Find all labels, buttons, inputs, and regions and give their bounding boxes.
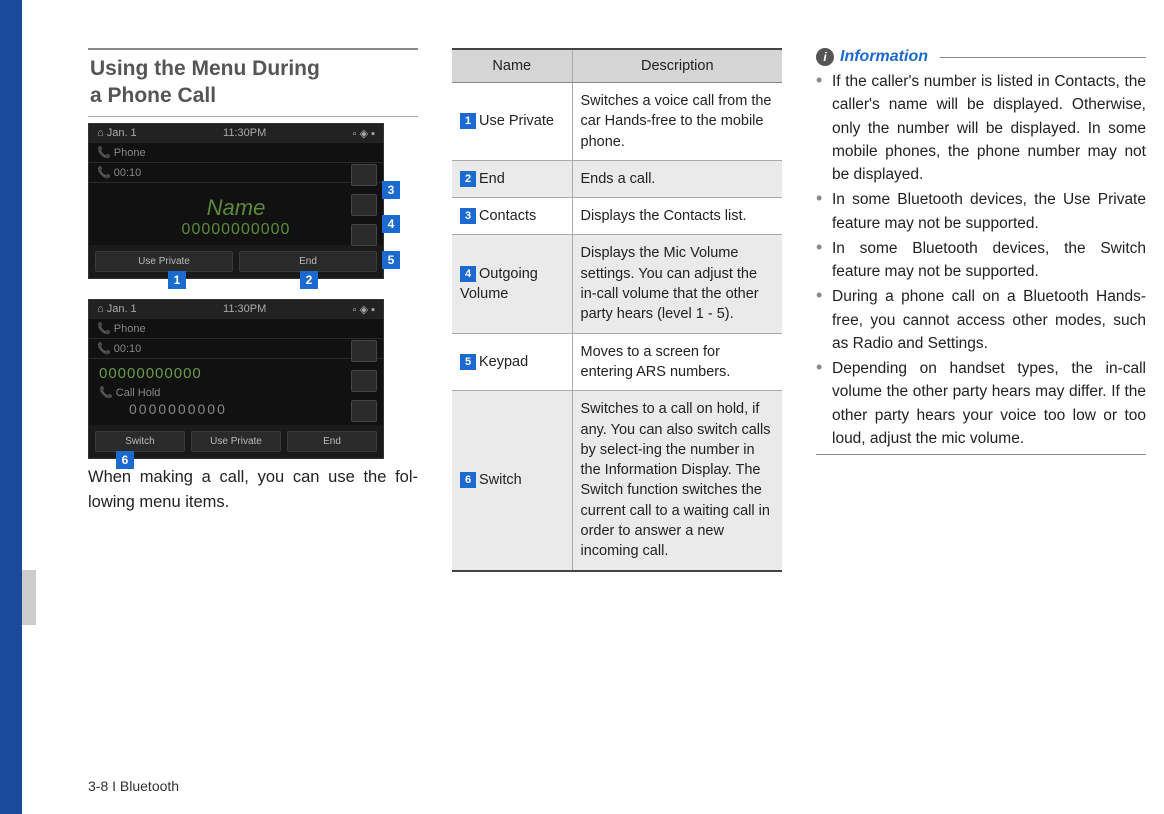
info-item: During a phone call on a Bluetooth Hands… — [816, 285, 1146, 355]
in-call-screenshot-2: ⌂ Jan. 1 11:30PM ▫ ◈ ▪ 📞 Phone 📞 00:10 0… — [88, 299, 384, 459]
callout-3: 3 — [382, 181, 400, 199]
section-title-line2: a Phone Call — [90, 84, 216, 107]
use-private-button: Use Private — [95, 251, 233, 272]
volume-icon — [351, 370, 377, 392]
callout-5: 5 — [382, 251, 400, 269]
status-time: 11:30PM — [223, 127, 266, 140]
caller-name: Name — [89, 195, 383, 221]
call-hold-label: 📞 Call Hold — [89, 384, 383, 401]
info-icon: i — [816, 48, 834, 66]
row-name: Use Private — [479, 113, 554, 129]
side-gray-tab — [22, 570, 36, 625]
th-desc: Description — [572, 49, 782, 83]
row-name: End — [479, 171, 505, 187]
end-button: End — [239, 251, 377, 272]
caller-number: 00000000000 — [89, 221, 383, 239]
status-signal-icon: ▫ ◈ ▪ — [353, 303, 375, 316]
intro-paragraph: When making a call, you can use the fol-… — [88, 465, 418, 516]
row-num: 2 — [460, 171, 476, 187]
callout-4: 4 — [382, 215, 400, 233]
in-call-screenshot-1: ⌂ Jan. 1 11:30PM ▫ ◈ ▪ 📞 Phone 📞 00:10 N… — [88, 123, 384, 279]
status-home-icon: ⌂ Jan. 1 — [97, 303, 137, 316]
section-title-line1: Using the Menu During — [90, 57, 320, 80]
status-time: 11:30PM — [223, 303, 266, 316]
row-desc: Moves to a screen for entering ARS numbe… — [572, 333, 782, 391]
row-num: 6 — [460, 472, 476, 488]
info-item: In some Bluetooth devices, the Switch fe… — [816, 237, 1146, 284]
phone-row: 📞 Phone — [89, 143, 383, 163]
row-desc: Displays the Mic Volume settings. You ca… — [572, 235, 782, 333]
use-private-button: Use Private — [191, 431, 281, 452]
row-name: Contacts — [479, 208, 536, 224]
column-3: i Information If the caller's number is … — [816, 48, 1146, 572]
contacts-icon — [351, 164, 377, 186]
row-desc: Ends a call. — [572, 160, 782, 197]
page-content: Using the Menu During a Phone Call ⌂ Jan… — [88, 48, 1148, 572]
phone-row: 📞 Phone — [89, 319, 383, 339]
timer-row: 📞 00:10 — [89, 339, 383, 359]
callout-1: 1 — [168, 271, 186, 289]
info-item: Depending on handset types, the in-call … — [816, 357, 1146, 450]
row-name: Switch — [479, 472, 522, 488]
row-num: 4 — [460, 266, 476, 282]
information-heading: i Information — [816, 48, 1146, 66]
row-desc: Switches to a call on hold, if any. You … — [572, 391, 782, 571]
status-signal-icon: ▫ ◈ ▪ — [353, 127, 375, 140]
keypad-icon — [351, 224, 377, 246]
row-num: 3 — [460, 208, 476, 224]
keypad-icon — [351, 400, 377, 422]
row-num: 5 — [460, 354, 476, 370]
contacts-icon — [351, 340, 377, 362]
side-blue-bar — [0, 0, 22, 814]
callout-2: 2 — [300, 271, 318, 289]
switch-button: Switch — [95, 431, 185, 452]
hold-call-number: 0000000000 — [89, 401, 383, 425]
th-name: Name — [452, 49, 572, 83]
status-home-icon: ⌂ Jan. 1 — [97, 127, 137, 140]
row-name: Keypad — [479, 354, 528, 370]
info-end-rule — [816, 454, 1146, 455]
callout-6: 6 — [116, 451, 134, 469]
info-item: If the caller's number is listed in Cont… — [816, 70, 1146, 186]
row-desc: Switches a voice call from the car Hands… — [572, 83, 782, 161]
timer-row: 📞 00:10 — [89, 163, 383, 183]
feature-table: Name Description 1Use Private Switches a… — [452, 48, 782, 572]
info-title: Information — [840, 48, 928, 66]
info-item: In some Bluetooth devices, the Use Priva… — [816, 188, 1146, 235]
volume-icon — [351, 194, 377, 216]
column-1: Using the Menu During a Phone Call ⌂ Jan… — [88, 48, 418, 572]
column-2: Name Description 1Use Private Switches a… — [452, 48, 782, 572]
row-num: 1 — [460, 113, 476, 129]
section-title: Using the Menu During a Phone Call — [88, 48, 418, 117]
end-button: End — [287, 431, 377, 452]
page-footer: 3-8 I Bluetooth — [88, 778, 179, 794]
row-desc: Displays the Contacts list. — [572, 198, 782, 235]
information-list: If the caller's number is listed in Cont… — [816, 70, 1146, 450]
active-call-number: 00000000000 — [89, 359, 383, 384]
